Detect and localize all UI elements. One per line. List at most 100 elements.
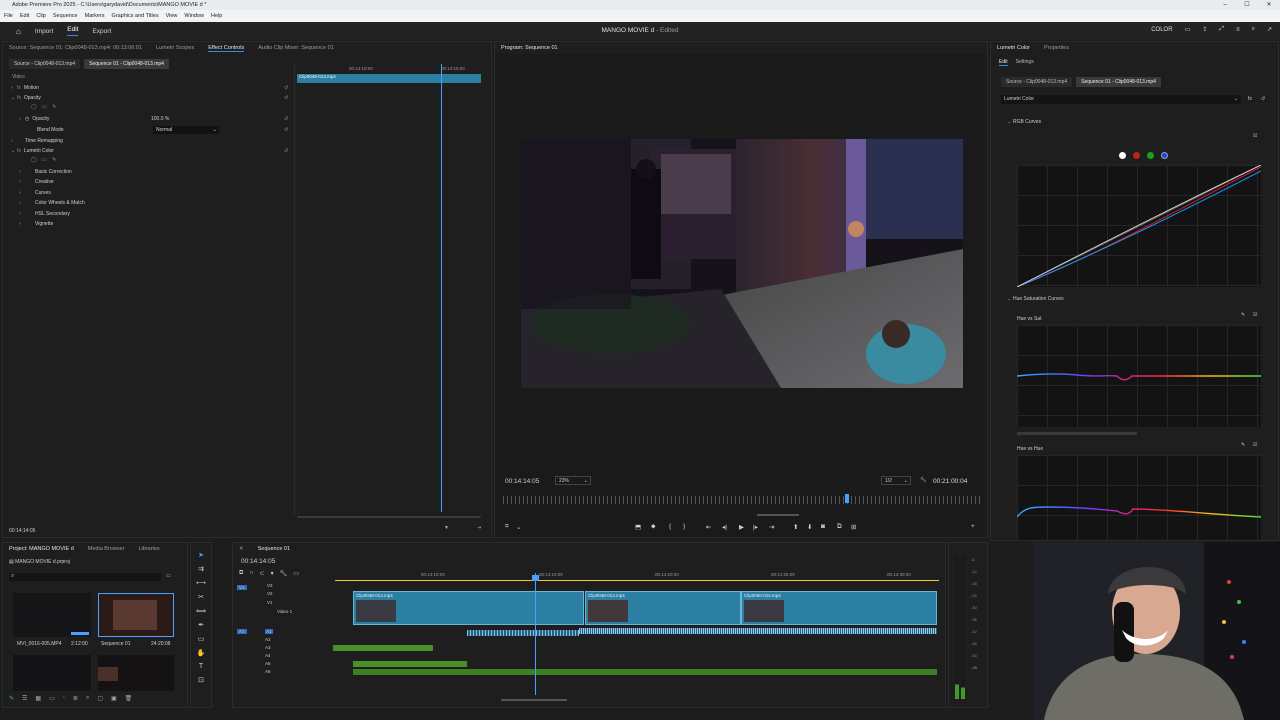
tab-export[interactable]: Export [92,28,111,35]
step-back-icon[interactable]: ◂| [722,523,727,531]
lumetri-vignette[interactable]: › Vignette [19,221,53,227]
lumetri-hsl-secondary[interactable]: › HSL Secondary [19,211,70,217]
timeline-zoom-bar[interactable] [501,699,567,701]
reset-icon[interactable]: ↺ [284,85,288,91]
checkbox-icon[interactable]: ☑ [1253,312,1257,318]
play-icon[interactable]: ▶ [739,523,744,531]
rectangle-tool-icon[interactable]: ▭ [198,635,205,643]
tab-project[interactable]: Project: MANGO MOVIE d [9,546,74,552]
channel-blue[interactable] [1161,152,1168,159]
blend-mode-select[interactable]: Normal ⌄ [153,126,219,134]
ripple-edit-tool-icon[interactable]: ⟷ [196,579,206,587]
close-icon[interactable]: ✕ [1258,0,1280,10]
tab-lumetri-scopes[interactable]: Lumetri Scopes [156,45,194,51]
mini-playhead[interactable] [441,64,442,512]
tab-properties[interactable]: Properties [1044,45,1069,51]
hand-tool-icon[interactable]: ✋ [197,649,206,657]
new-item-icon[interactable]: ▣ [111,695,117,702]
lift-icon[interactable]: ⬆ [793,523,798,531]
camera-icon[interactable]: ◙ [821,523,825,530]
timeline-video-clip[interactable]: Clip0050-010.mp4 [741,591,937,625]
menu-view[interactable]: View [166,13,178,19]
timeline-timecode[interactable]: 00:14:14:05 [241,558,275,565]
selection-tool-icon[interactable]: ➤ [198,551,204,559]
add-marker-icon[interactable]: ▾ [271,570,274,577]
rect-mask-icon[interactable]: ▭ [42,104,47,110]
snap-icon[interactable]: ∩ [249,570,253,577]
go-to-in-icon[interactable]: ⇤ [706,523,711,531]
list-view-icon[interactable]: ☰ [22,695,27,702]
color-workspace-label[interactable]: COLOR [1151,27,1172,33]
marker-icon[interactable]: ⬥ [651,523,656,531]
program-video-frame[interactable] [521,139,963,388]
source-chip[interactable]: Source - Clip0048-013.mp4 [9,59,81,69]
tab-lumetri-color[interactable]: Lumetri Color [997,45,1030,51]
program-scrub-bar[interactable] [503,496,981,504]
rect-mask-icon[interactable]: ▭ [42,157,47,163]
menu-edit[interactable]: Edit [20,13,29,19]
v1-source-patch[interactable]: V1 [237,585,247,590]
nest-icon[interactable]: ⧉ [239,570,243,577]
checkbox-icon[interactable]: ☑ [1253,442,1257,448]
tab-libraries[interactable]: Libraries [138,546,159,552]
project-item-thumb[interactable] [98,593,174,637]
mark-in-icon[interactable]: { [669,523,671,530]
wrench-icon[interactable]: 🔧︎ [920,477,926,483]
menu-window[interactable]: Window [184,13,204,19]
settings-icon[interactable]: 🔧︎ [280,570,288,577]
menu-file[interactable]: File [4,13,13,19]
lumetri-source-chip[interactable]: Source - Clip0048-013.mp4 [1001,77,1073,87]
new-bin-icon[interactable]: ▢ [97,695,103,702]
add-button-icon[interactable]: + [971,523,975,530]
reset-icon[interactable]: ↺ [284,116,288,122]
hue-vs-sat-range[interactable] [1017,432,1137,435]
search-icon[interactable]: ⌕ [1252,26,1255,33]
program-zoom-bar[interactable] [757,514,799,516]
timeline-ruler[interactable]: 00:14:10:00 00:14:15:00 00:14:20:00 00:1… [335,567,939,581]
go-to-out-icon[interactable]: ⇥ [769,523,774,531]
linked-selection-icon[interactable]: ⊂ [260,570,265,577]
icon-view-icon[interactable]: ▦ [35,695,41,702]
quick-export-icon[interactable]: ⇪ [1202,26,1207,33]
tab-program[interactable]: Program: Sequence 01 [501,45,558,51]
type-tool-icon[interactable]: T [199,663,203,670]
extract-icon[interactable]: ⬇ [807,523,812,531]
menu-sequence[interactable]: Sequence [53,13,78,19]
menu-help[interactable]: Help [211,13,222,19]
project-item-thumb[interactable] [98,655,174,691]
effect-lumetri-color[interactable]: ⌄ fx Lumetri Color [11,148,54,154]
track-a5[interactable]: A5 [265,661,271,666]
export-frame-icon[interactable]: ⇥ [477,525,481,531]
track-select-tool-icon[interactable]: ⇉ [198,565,204,573]
zoom-slider-icon[interactable]: ◦ [63,695,65,702]
tab-audio-clip-mixer[interactable]: Audio Clip Mixer: Sequence 01 [258,45,334,51]
audio-clip-a1[interactable] [467,630,579,636]
tab-edit[interactable]: Edit [67,26,79,36]
vr-icon[interactable]: ⊞ [851,523,856,531]
track-a4[interactable]: A4 [265,653,271,658]
lumetri-creative[interactable]: › Creative [19,179,54,185]
track-v3[interactable]: V3 [267,583,273,588]
lumetri-seq-chip[interactable]: Sequence 01 - Clip0048-013.mp4 [1076,77,1161,87]
mini-clip[interactable]: Clip0048-013.mp4 [297,74,481,83]
pen-mask-icon[interactable]: ✎ [52,157,56,163]
tab-effect-controls[interactable]: Effect Controls [208,45,245,52]
effect-time-remapping[interactable]: › Time Remapping [11,138,63,144]
effect-opacity[interactable]: ⌄ fx Opacity [11,95,41,101]
hue-sat-curves-header[interactable]: ⌄ Hue Saturation Curves [1007,296,1064,302]
tab-media-browser[interactable]: Media Browser [88,546,125,552]
tab-import[interactable]: Import [35,28,53,35]
timeline-playhead[interactable] [535,573,536,695]
search-icon[interactable]: ⌕ [86,695,89,702]
reset-icon[interactable]: ↺ [284,95,288,101]
minimize-icon[interactable]: – [1214,0,1236,10]
pencil-icon[interactable]: ✎ [9,695,14,702]
quality-select[interactable]: 1/2 ⌄ [881,476,911,485]
step-forward-icon[interactable]: |▸ [753,523,758,531]
project-item-thumb[interactable] [13,655,91,691]
stopwatch-icon[interactable]: ◴ [25,116,29,122]
sort-icon[interactable]: ≣ [73,695,78,702]
sequence-chip[interactable]: Sequence 01 - Clip0048-013.mp4 [84,59,169,69]
pen-tool-icon[interactable]: ✒ [198,621,204,629]
workspace-icon[interactable]: ▭ [1185,26,1191,33]
